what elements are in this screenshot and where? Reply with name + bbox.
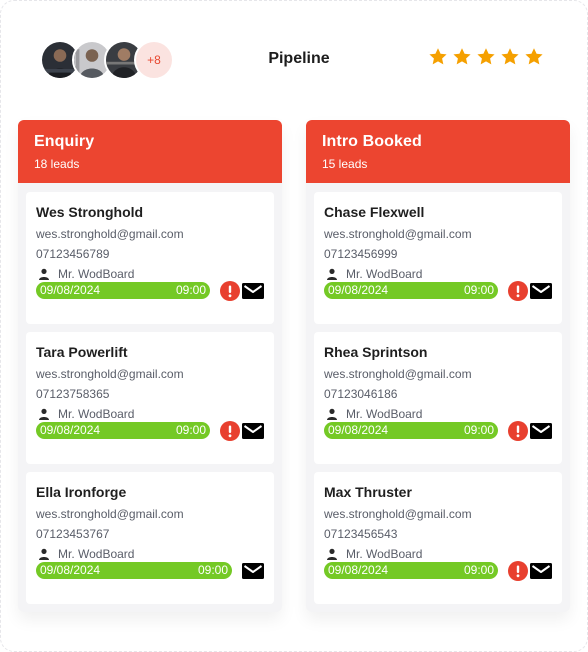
alert-icon[interactable]	[508, 281, 528, 301]
lead-count: 18 leads	[34, 157, 80, 171]
lead-name: Rhea Sprintson	[324, 344, 428, 360]
lead-name: Wes Stronghold	[36, 204, 144, 220]
mail-icon[interactable]	[242, 282, 264, 300]
lead-card[interactable]: Max Thruster wes.stronghold@gmail.com 07…	[314, 472, 562, 604]
appointment-date-pill[interactable]: 09/08/2024 09:00	[36, 562, 232, 579]
column-header[interactable]: Intro Booked 15 leads	[306, 120, 570, 183]
star-icon	[452, 47, 472, 67]
person-icon	[326, 548, 338, 560]
alert-icon[interactable]	[220, 421, 240, 441]
lead-phone: 07123456999	[324, 247, 398, 261]
lead-card[interactable]: Wes Stronghold wes.stronghold@gmail.com …	[26, 192, 274, 324]
lead-email: wes.stronghold@gmail.com	[36, 227, 184, 241]
pipeline-header: +8 Pipeline	[0, 0, 588, 120]
appointment-date: 09/08/2024	[328, 563, 389, 577]
mail-icon[interactable]	[242, 562, 264, 580]
lead-phone: 07123046186	[324, 387, 398, 401]
star-icon	[476, 47, 496, 67]
person-icon	[326, 408, 338, 420]
card-footer: 09/08/2024 09:00	[36, 561, 264, 581]
lead-email: wes.stronghold@gmail.com	[36, 507, 184, 521]
card-footer: 09/08/2024 09:00	[324, 561, 552, 581]
appointment-time: 09:00	[197, 563, 228, 577]
appointment-time: 09:00	[463, 423, 494, 437]
person-icon	[38, 548, 50, 560]
lead-card[interactable]: Tara Powerlift wes.stronghold@gmail.com …	[26, 332, 274, 464]
card-footer: 09/08/2024 09:00	[324, 421, 552, 441]
star-icon	[524, 47, 544, 67]
appointment-date: 09/08/2024	[328, 423, 389, 437]
person-icon	[38, 268, 50, 280]
appointment-date-pill[interactable]: 09/08/2024 09:00	[36, 422, 210, 439]
lead-email: wes.stronghold@gmail.com	[324, 507, 472, 521]
lead-card[interactable]: Chase Flexwell wes.stronghold@gmail.com …	[314, 192, 562, 324]
lead-email: wes.stronghold@gmail.com	[324, 367, 472, 381]
lead-phone: 07123453767	[36, 527, 110, 541]
pipeline-column-enquiry: Enquiry 18 leads Wes Stronghold wes.stro…	[18, 120, 282, 612]
appointment-date-pill[interactable]: 09/08/2024 09:00	[324, 282, 498, 299]
lead-email: wes.stronghold@gmail.com	[324, 227, 472, 241]
appointment-date: 09/08/2024	[328, 283, 389, 297]
mail-icon[interactable]	[242, 422, 264, 440]
lead-name: Tara Powerlift	[36, 344, 128, 360]
appointment-date: 09/08/2024	[40, 563, 101, 577]
lead-name: Max Thruster	[324, 484, 412, 500]
alert-icon[interactable]	[508, 421, 528, 441]
column-header[interactable]: Enquiry 18 leads	[18, 120, 282, 183]
alert-icon[interactable]	[220, 281, 240, 301]
lead-phone: 07123456543	[324, 527, 398, 541]
appointment-time: 09:00	[175, 283, 206, 297]
appointment-time: 09:00	[463, 283, 494, 297]
star-icon	[500, 47, 520, 67]
star-icon	[428, 47, 448, 67]
person-icon	[38, 408, 50, 420]
lead-phone: 07123758365	[36, 387, 110, 401]
lead-email: wes.stronghold@gmail.com	[36, 367, 184, 381]
appointment-date-pill[interactable]: 09/08/2024 09:00	[324, 422, 498, 439]
pipeline-column-intro-booked: Intro Booked 15 leads Chase Flexwell wes…	[306, 120, 570, 612]
mail-icon[interactable]	[530, 562, 552, 580]
lead-card[interactable]: Ella Ironforge wes.stronghold@gmail.com …	[26, 472, 274, 604]
card-footer: 09/08/2024 09:00	[36, 281, 264, 301]
card-footer: 09/08/2024 09:00	[36, 421, 264, 441]
lead-name: Ella Ironforge	[36, 484, 127, 500]
appointment-date-pill[interactable]: 09/08/2024 09:00	[36, 282, 210, 299]
appointment-date: 09/08/2024	[40, 283, 101, 297]
alert-icon[interactable]	[508, 561, 528, 581]
lead-phone: 07123456789	[36, 247, 110, 261]
mail-icon[interactable]	[530, 282, 552, 300]
appointment-time: 09:00	[463, 563, 494, 577]
card-footer: 09/08/2024 09:00	[324, 281, 552, 301]
person-icon	[326, 268, 338, 280]
appointment-time: 09:00	[175, 423, 206, 437]
column-title: Intro Booked	[322, 133, 422, 150]
rating-stars	[428, 47, 544, 67]
lead-count: 15 leads	[322, 157, 368, 171]
column-title: Enquiry	[34, 133, 95, 150]
mail-icon[interactable]	[530, 422, 552, 440]
appointment-date: 09/08/2024	[40, 423, 101, 437]
appointment-date-pill[interactable]: 09/08/2024 09:00	[324, 562, 498, 579]
lead-name: Chase Flexwell	[324, 204, 425, 220]
lead-card[interactable]: Rhea Sprintson wes.stronghold@gmail.com …	[314, 332, 562, 464]
